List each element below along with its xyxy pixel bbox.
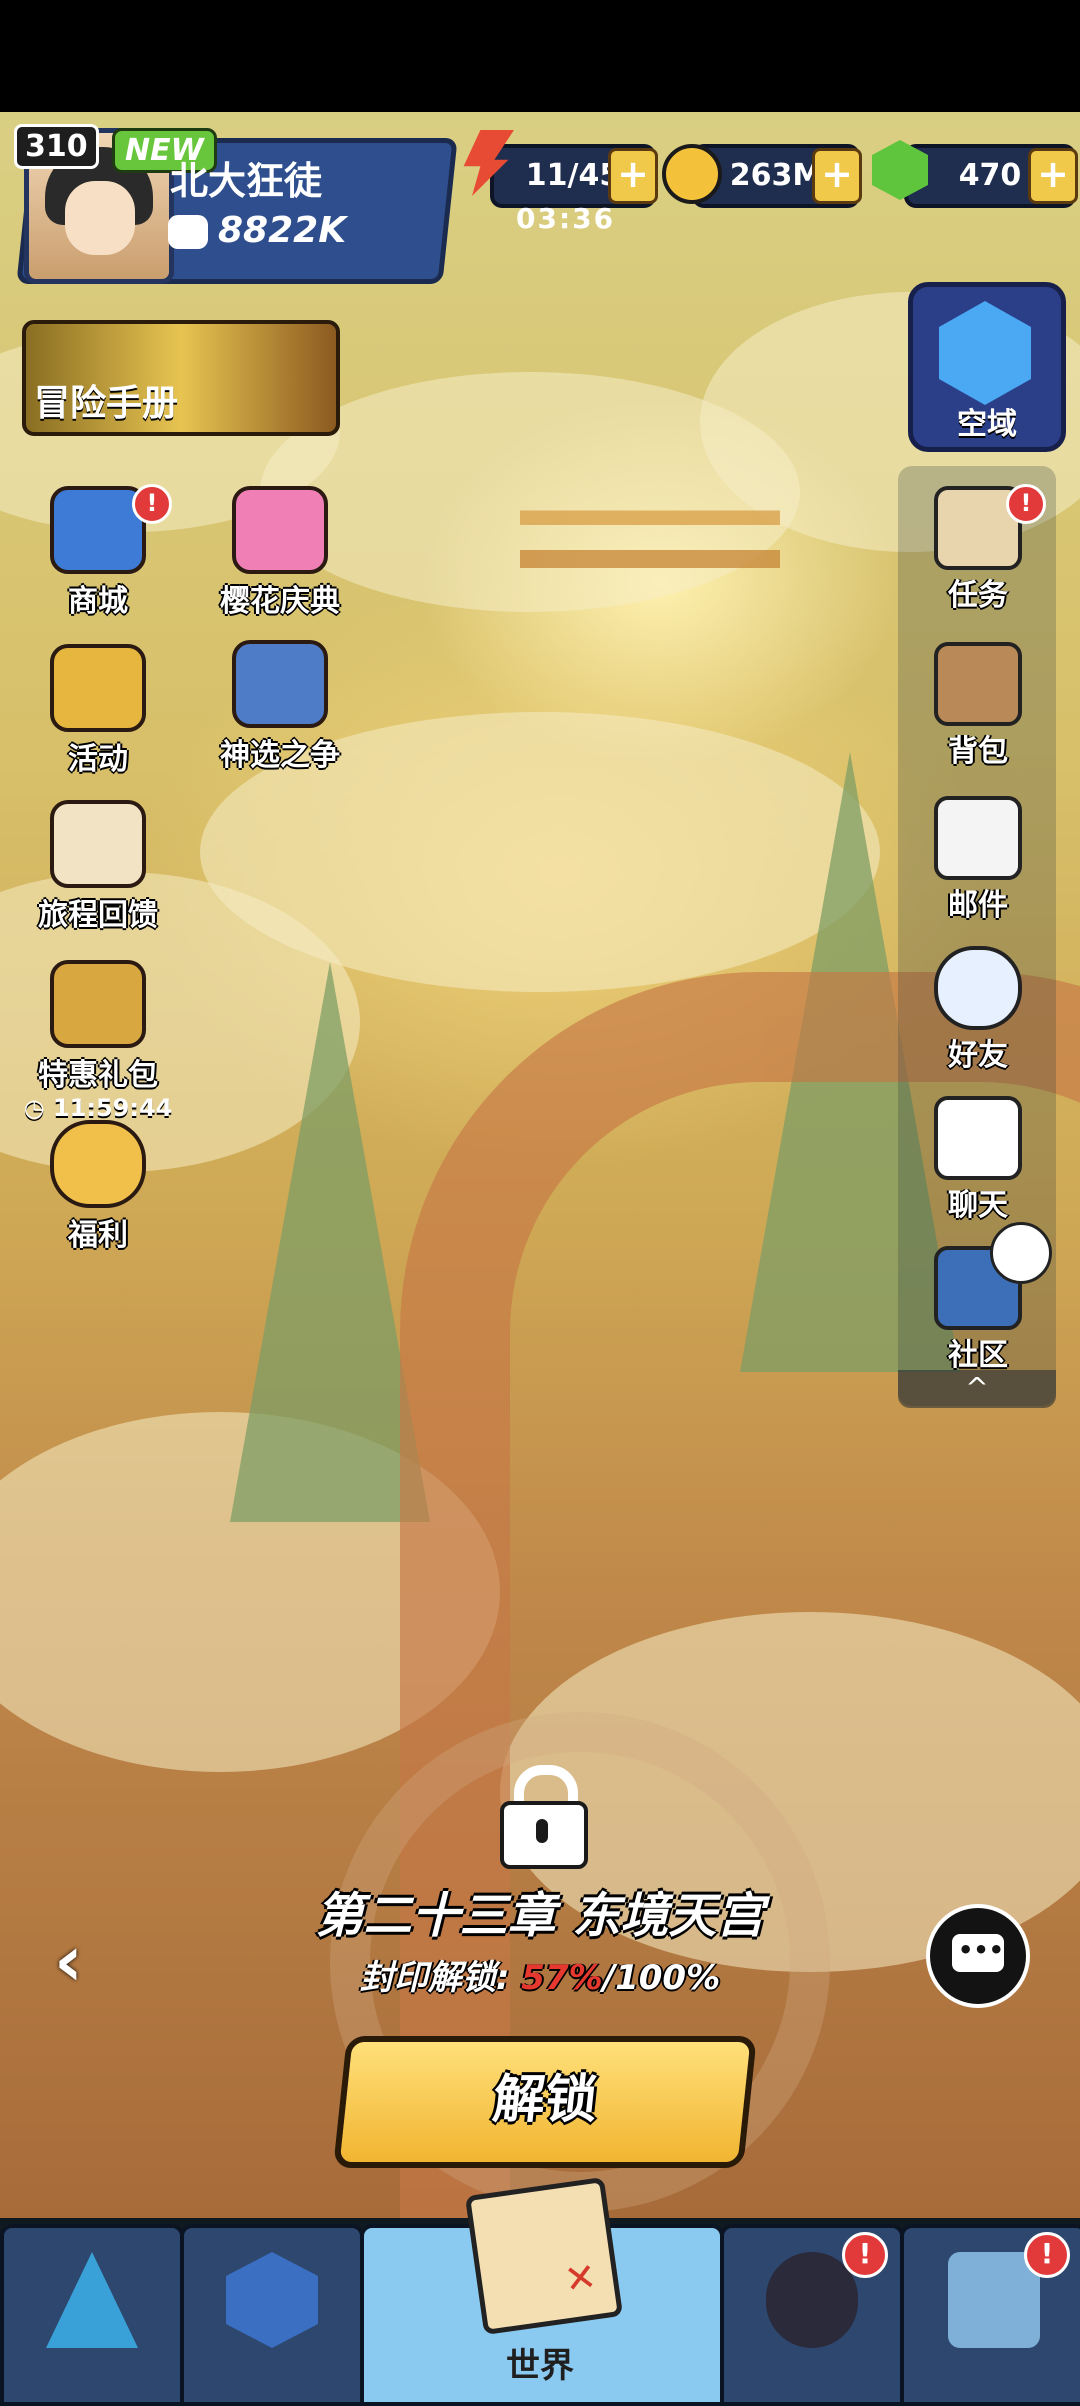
gift-bag-icon <box>50 960 146 1048</box>
backpack-icon <box>934 642 1022 726</box>
unlock-button[interactable]: 解锁 <box>333 2036 757 2168</box>
envelope-icon <box>934 796 1022 880</box>
community-icon <box>934 1222 1052 1330</box>
shop-button[interactable]: ! 商城 <box>8 484 188 620</box>
community-button[interactable]: 社区 <box>908 1222 1052 1374</box>
crystal-spire-icon <box>46 2252 138 2348</box>
energy-timer: 03:36 <box>516 202 616 235</box>
chat-button[interactable]: 聊天 <box>908 1096 1048 1224</box>
speech-bubble-icon <box>934 1096 1022 1180</box>
chosen-battle-button[interactable]: 神选之争 <box>190 640 370 774</box>
mail-button[interactable]: 邮件 <box>908 796 1048 924</box>
piggy-icon <box>50 1120 146 1208</box>
tab-characters[interactable]: ! <box>720 2224 904 2406</box>
lock-icon <box>500 1765 588 1869</box>
player-name: 北大狂徒 <box>170 159 323 203</box>
airspace-button[interactable]: 空域 <box>908 282 1066 452</box>
player-level: 310 <box>14 124 99 169</box>
sky-palace-illustration <box>520 442 780 622</box>
alert-badge: ! <box>842 2232 888 2278</box>
tab-guild[interactable]: ! <box>900 2224 1080 2406</box>
scroll-icon: ! <box>934 484 1046 570</box>
clover-icon <box>990 1222 1052 1284</box>
adventure-handbook-label: 冒险手册 <box>34 383 179 424</box>
treasure-icon <box>50 644 146 732</box>
fist-icon <box>168 215 208 249</box>
sakura-icon <box>232 486 328 574</box>
add-gems-button[interactable]: + <box>1028 148 1078 204</box>
welfare-button[interactable]: 福利 <box>8 1120 188 1254</box>
scroll-list-icon <box>50 800 146 888</box>
pack-countdown: 11:59:44 <box>52 1094 173 1122</box>
chapter-title: 第二十三章 东境天宫 <box>315 1888 765 1944</box>
seal-progress: 封印解锁: 57%/100% <box>359 1958 721 1998</box>
upgrade-hex-icon <box>226 2252 318 2348</box>
alert-badge: ! <box>132 484 172 524</box>
clock-icon: ◷ <box>23 1094 45 1122</box>
friends-button[interactable]: 好友 <box>908 946 1048 1074</box>
alert-badge: ! <box>1024 2232 1070 2278</box>
previous-chapter-arrow[interactable]: ‹ <box>54 1920 83 2002</box>
journey-rewards-button[interactable]: 旅程回馈 <box>8 800 188 934</box>
seal-progress-value: 57% <box>521 1958 603 1998</box>
special-pack-button[interactable]: 特惠礼包 ◷ 11:59:44 <box>8 960 188 1122</box>
energy-counter: 11/45 + <box>490 144 658 208</box>
floating-chat-button[interactable] <box>926 1904 1030 2008</box>
chat-icon <box>952 1934 1004 1972</box>
events-button[interactable]: 活动 <box>8 644 188 778</box>
friends-icon <box>934 946 1022 1030</box>
treasure-map-icon <box>464 2176 624 2336</box>
quests-button[interactable]: ! 任务 <box>908 484 1048 614</box>
add-gold-button[interactable]: + <box>812 148 862 204</box>
combat-power: 8822K <box>168 210 346 251</box>
chest-icon: ! <box>50 484 172 574</box>
gem-counter: 470 + <box>904 144 1078 208</box>
collapse-menu-button[interactable]: ^ <box>898 1370 1056 1408</box>
add-energy-button[interactable]: + <box>608 148 658 204</box>
backpack-button[interactable]: 背包 <box>908 642 1048 770</box>
airspace-gem-icon <box>939 301 1031 405</box>
coin-icon <box>662 144 722 204</box>
crossed-swords-icon <box>232 640 328 728</box>
alert-badge: ! <box>1006 484 1046 524</box>
sakura-festival-button[interactable]: 樱花庆典 <box>190 486 370 620</box>
